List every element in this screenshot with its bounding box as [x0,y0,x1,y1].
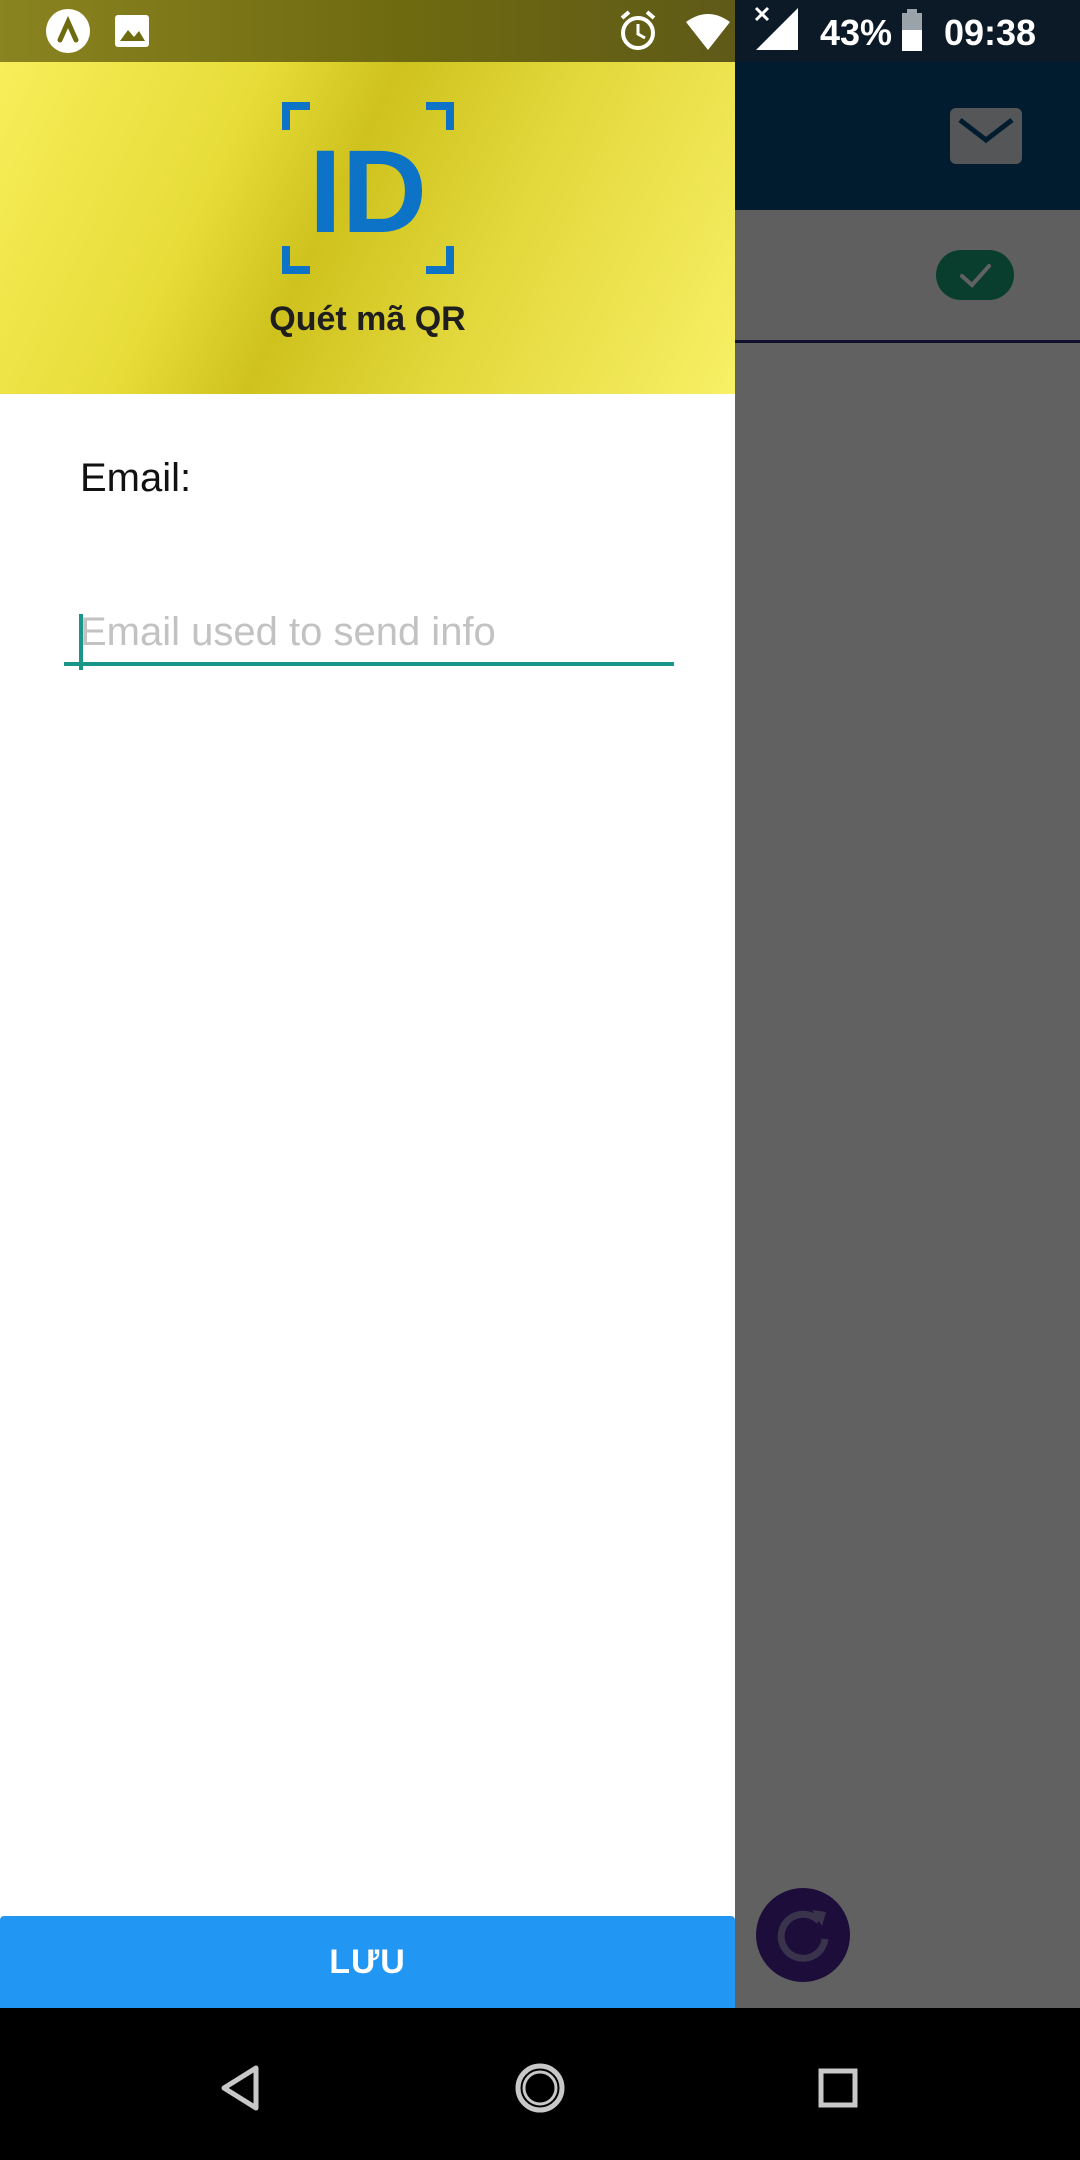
email-field[interactable] [64,600,674,664]
recents-icon[interactable] [788,2038,888,2138]
id-logo: ID [282,102,454,274]
drawer-header: ID Quét mã QR [0,62,735,394]
navigation-drawer: ID Quét mã QR Email: LƯU [0,62,735,2008]
email-label: Email: [80,456,192,500]
wifi-icon [686,14,730,50]
status-clock: 09:38 [944,12,1037,53]
system-nav-bar [0,2008,1080,2160]
email-field-underline [64,662,674,666]
battery-icon [902,9,922,51]
back-icon[interactable] [190,2038,290,2138]
launcher-icon [46,9,90,53]
signal-icon [754,6,798,50]
battery-percent: 43% [820,12,893,53]
save-button[interactable]: LƯU [0,1916,735,2008]
logo-text: ID [309,126,427,258]
home-icon[interactable] [490,2038,590,2138]
image-icon [115,15,149,47]
app-name: Quét mã QR [269,300,466,338]
alarm-icon [620,10,656,50]
status-bar: 43% 09:38 [0,0,1080,62]
